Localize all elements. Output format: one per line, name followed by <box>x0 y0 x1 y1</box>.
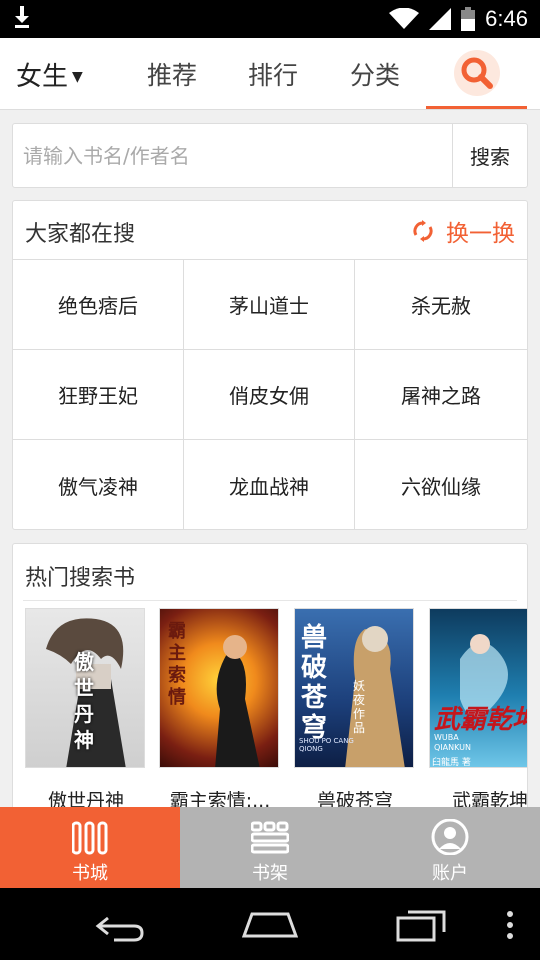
hot-search-item[interactable]: 屠神之路 <box>355 350 527 440</box>
hot-search-item[interactable]: 傲气凌神 <box>13 440 184 530</box>
cover-title: 傲世丹神 <box>74 650 94 752</box>
status-bar: 6:46 <box>0 0 540 38</box>
book-cover: 兽破苍穹 SHOU PO CANG QIONG 妖夜作品 <box>294 608 414 768</box>
refresh-icon <box>413 220 433 242</box>
tab-bookshelf[interactable]: 书架 <box>180 807 360 888</box>
search-input[interactable] <box>13 124 453 187</box>
chevron-down-icon: ▼ <box>72 68 83 85</box>
tab-search[interactable] <box>426 38 527 110</box>
book-cover: 傲世丹神 <box>25 608 145 768</box>
recent-apps-icon[interactable] <box>396 908 448 942</box>
cover-title: 武霸乾坤 <box>434 705 528 735</box>
back-icon[interactable] <box>94 912 146 942</box>
hot-searches-title: 大家都在搜 <box>25 222 136 247</box>
tab-recommend[interactable]: 推荐 <box>147 56 197 92</box>
clock: 6:46 <box>485 6 528 31</box>
tab-ranking[interactable]: 排行 <box>248 56 298 92</box>
book-card[interactable]: 兽破苍穹 SHOU PO CANG QIONG 妖夜作品 兽破苍穹 <box>294 608 416 812</box>
cover-title: 霸主索情 <box>168 621 186 708</box>
home-icon[interactable] <box>242 910 298 938</box>
book-card[interactable]: 武霸乾坤 WUBA QIANKUN 臼龍馬 著 武霸乾坤 <box>429 608 528 812</box>
tab-bookstore[interactable]: 书城 <box>0 807 180 888</box>
refresh-label: 换一换 <box>446 221 515 247</box>
hot-search-item[interactable]: 六欲仙缘 <box>355 440 527 530</box>
hot-search-grid: 绝色痞后 茅山道士 杀无赦 狂野王妃 俏皮女佣 屠神之路 傲气凌神 龙血战神 六… <box>13 259 527 530</box>
tab-account-label: 账户 <box>432 863 468 884</box>
book-card[interactable]: 霸主索情 霸主索情:... <box>159 608 281 812</box>
cover-pinyin: WUBA QIANKUN <box>434 733 471 752</box>
battery-icon <box>461 7 476 31</box>
tab-bookshelf-label: 书架 <box>252 863 288 884</box>
hot-search-item[interactable]: 杀无赦 <box>355 260 527 350</box>
top-nav: 女生 ▼ 推荐 排行 分类 <box>0 38 540 110</box>
gender-label: 女生 <box>16 62 69 92</box>
gender-selector[interactable]: 女生 ▼ <box>16 56 83 93</box>
hot-searches-panel: 大家都在搜 换一换 绝色痞后 茅山道士 杀无赦 狂野王妃 俏皮女佣 屠神之路 傲… <box>12 200 528 530</box>
signal-icon <box>429 8 452 30</box>
hot-search-item[interactable]: 俏皮女佣 <box>184 350 355 440</box>
hot-search-item[interactable]: 龙血战神 <box>184 440 355 530</box>
system-nav-bar <box>0 888 540 960</box>
book-card[interactable]: 傲世丹神 傲世丹神 <box>25 608 147 812</box>
overflow-menu-icon[interactable] <box>506 910 514 940</box>
cover-author: 妖夜作品 <box>353 679 366 735</box>
cover-title: 兽破苍穹 <box>301 623 328 743</box>
cover-author: 臼龍馬 著 <box>432 758 471 768</box>
tab-bookstore-label: 书城 <box>72 863 108 884</box>
hot-search-item[interactable]: 绝色痞后 <box>13 260 184 350</box>
hot-books-panel: 热门搜索书 傲世丹神 傲世丹神 霸主索情 霸主索情:... 兽破苍穹 SHOU … <box>12 543 528 813</box>
download-icon <box>15 6 29 28</box>
search-button[interactable]: 搜索 <box>452 124 527 187</box>
book-cover: 武霸乾坤 WUBA QIANKUN 臼龍馬 著 <box>429 608 528 768</box>
refresh-button[interactable]: 换一换 <box>412 214 515 248</box>
account-icon <box>431 819 469 855</box>
cover-pinyin: SHOU PO CANG QIONG <box>299 737 354 753</box>
book-cover: 霸主索情 <box>159 608 279 768</box>
wifi-icon <box>389 8 420 29</box>
hot-books-title: 热门搜索书 <box>25 566 136 591</box>
bookshelf-icon <box>251 821 289 854</box>
bookstore-icon <box>72 821 108 855</box>
divider <box>23 600 517 601</box>
hot-search-item[interactable]: 茅山道士 <box>184 260 355 350</box>
search-icon <box>461 57 493 89</box>
tab-account[interactable]: 账户 <box>360 807 540 888</box>
active-tab-indicator <box>426 106 527 109</box>
tab-category[interactable]: 分类 <box>350 56 400 92</box>
hot-search-item[interactable]: 狂野王妃 <box>13 350 184 440</box>
search-bar: 搜索 <box>12 123 528 188</box>
bottom-tab-bar: 书城 书架 账户 <box>0 807 540 888</box>
